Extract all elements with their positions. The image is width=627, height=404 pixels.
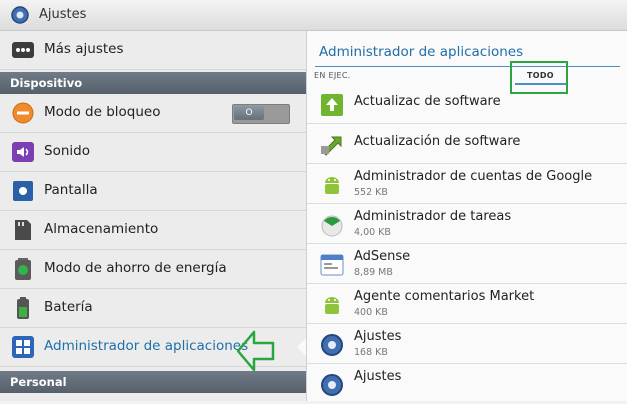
title-divider — [315, 66, 620, 67]
gear-icon — [321, 374, 343, 396]
sidebar-item-block-mode[interactable]: Modo de bloqueo O — [0, 94, 306, 133]
green-left-arrow-icon — [236, 330, 275, 372]
android-icon — [325, 297, 339, 314]
update-arrow-icon — [321, 136, 342, 156]
list-item[interactable]: Administrador de cuentas de Google 552 K… — [307, 164, 627, 204]
software-update-icon — [321, 94, 343, 116]
app-size: 552 KB — [354, 187, 388, 198]
list-item[interactable]: Agente comentarios Market 400 KB — [307, 284, 627, 324]
battery-icon — [17, 297, 29, 319]
list-item[interactable]: Ajustes — [307, 364, 627, 404]
speaker-icon — [12, 142, 34, 162]
gear-icon — [321, 334, 343, 356]
app-name: AdSense — [354, 249, 411, 264]
list-item[interactable]: Administrador de tareas 4,00 KB — [307, 204, 627, 244]
sidebar-item-label: Almacenamiento — [44, 221, 159, 237]
section-device-header: Dispositivo — [0, 72, 306, 94]
action-bar: Ajustes — [0, 0, 627, 31]
display-icon — [13, 181, 33, 201]
android-icon — [325, 177, 339, 194]
adsense-icon — [320, 254, 344, 276]
sidebar-item-sound[interactable]: Sonido — [0, 133, 306, 172]
app-manager-pane: Administrador de aplicaciones EN EJEC. T… — [306, 31, 627, 401]
sidebar-item-display[interactable]: Pantalla — [0, 172, 306, 211]
app-size: 4,00 KB — [354, 227, 391, 238]
sidebar-item-label: Sonido — [44, 143, 90, 159]
sidebar-item-label: Pantalla — [44, 182, 98, 198]
app-name: Administrador de cuentas de Google — [354, 169, 593, 184]
app-size: 400 KB — [354, 307, 388, 318]
app-name: Ajustes — [354, 369, 402, 384]
toggle-knob: O — [234, 106, 264, 120]
app-name: Administrador de tareas — [354, 209, 512, 224]
sidebar-item-power-saving[interactable]: Modo de ahorro de energía — [0, 250, 306, 289]
app-name: Actualizac de software — [354, 94, 501, 109]
recycle-icon — [15, 258, 31, 280]
sidebar-item-battery[interactable]: Batería — [0, 289, 306, 328]
section-personal-header: Personal — [0, 371, 306, 393]
sidebar-item-storage[interactable]: Almacenamiento — [0, 211, 306, 250]
app-name: Agente comentarios Market — [354, 289, 535, 304]
gear-icon[interactable] — [9, 5, 31, 25]
tab-running[interactable]: EN EJEC. — [314, 71, 351, 80]
sidebar-item-label: Batería — [44, 299, 93, 315]
more-dots-icon — [12, 42, 34, 58]
block-icon — [12, 102, 34, 124]
app-name: Ajustes — [354, 329, 402, 344]
list-item[interactable]: AdSense 8,89 MB — [307, 244, 627, 284]
app-name: Actualización de software — [354, 134, 521, 149]
selection-pointer — [297, 338, 306, 356]
app-title: Ajustes — [39, 7, 87, 22]
list-item[interactable]: Actualización de software — [307, 124, 627, 164]
block-mode-toggle[interactable]: O — [232, 104, 290, 124]
apps-grid-icon — [12, 336, 34, 358]
sidebar-item-label: Modo de bloqueo — [44, 104, 161, 120]
sidebar-item-label: Administrador de aplicaciones — [44, 338, 249, 354]
page-title: Administrador de aplicaciones — [319, 44, 524, 60]
more-settings-label: Más ajustes — [44, 41, 124, 57]
storage-icon — [15, 220, 31, 240]
app-size: 168 KB — [354, 347, 388, 358]
app-size: 8,89 MB — [354, 267, 393, 278]
list-item[interactable]: Actualizac de software — [307, 84, 627, 124]
list-item[interactable]: Ajustes 168 KB — [307, 324, 627, 364]
more-settings-item[interactable]: Más ajustes — [0, 31, 306, 70]
sidebar-item-label: Modo de ahorro de energía — [44, 260, 227, 276]
task-manager-icon — [321, 215, 343, 237]
